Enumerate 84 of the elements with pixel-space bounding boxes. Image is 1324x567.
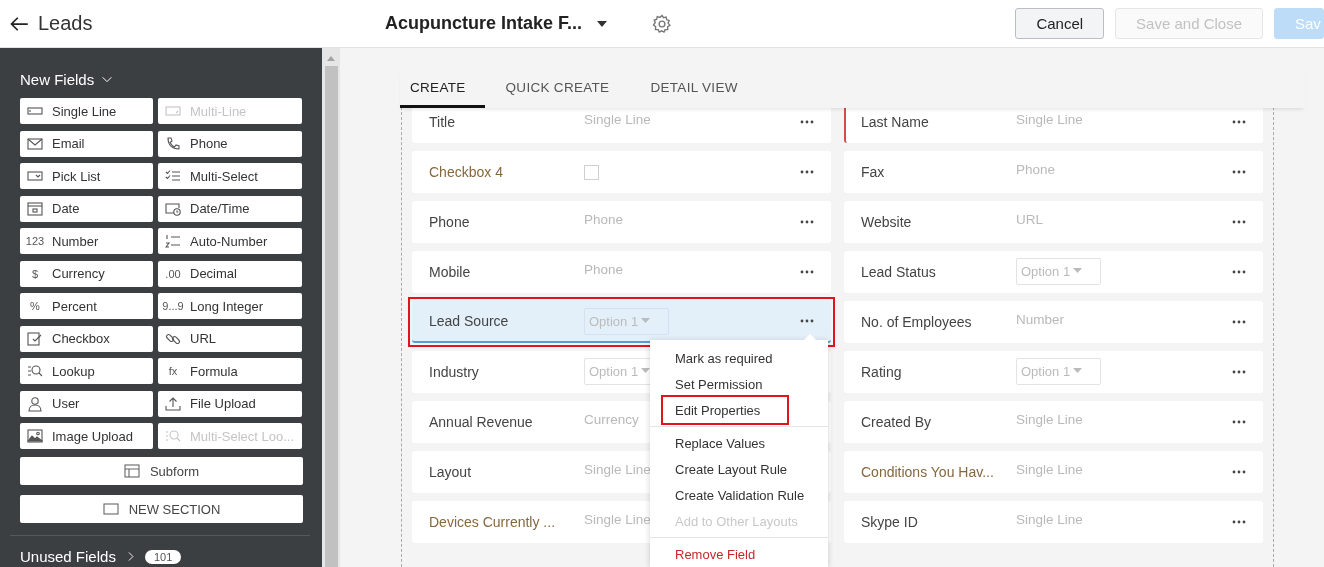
field-card[interactable]: No. of Employees Number xyxy=(844,301,1263,343)
field-card[interactable]: Last Name Single Line xyxy=(844,107,1263,143)
field-placeholder: Single Line xyxy=(584,111,651,127)
field-type-button[interactable]: URL xyxy=(158,325,302,352)
field-card[interactable]: Skype ID Single Line xyxy=(844,501,1263,543)
field-card[interactable]: Checkbox 4 xyxy=(412,151,831,193)
tab[interactable]: DETAIL VIEW xyxy=(640,69,758,108)
field-type-button[interactable]: $ Currency xyxy=(20,260,153,287)
field-type-button[interactable]: Phone xyxy=(158,130,302,157)
field-type-button[interactable]: 9...9 Long Integer xyxy=(158,293,302,319)
field-placeholder: Single Line xyxy=(1016,511,1083,527)
field-label: Skype ID xyxy=(861,514,919,530)
field-card[interactable]: Website URL xyxy=(844,201,1263,243)
field-type-glyph: .00 xyxy=(165,267,181,280)
field-placeholder: Phone xyxy=(584,261,624,277)
field-type-button[interactable]: .00 Decimal xyxy=(158,260,302,287)
field-placeholder: Phone xyxy=(584,211,624,227)
field-label: Conditions You Hav... xyxy=(861,464,995,480)
field-type-button[interactable]: fx Formula xyxy=(158,358,302,384)
field-type-button[interactable]: Date/Time xyxy=(158,195,302,222)
field-card[interactable]: Mobile Phone xyxy=(412,251,831,293)
field-label: Last Name xyxy=(861,114,930,130)
field-type-button[interactable]: Multi-Select xyxy=(158,163,302,189)
field-placeholder: URL xyxy=(1016,211,1043,227)
menu-item[interactable]: Create Layout Rule xyxy=(650,456,828,482)
field-type-button[interactable]: Lookup xyxy=(20,358,153,384)
field-type-glyph: % xyxy=(30,300,40,312)
field-placeholder: Single Line xyxy=(1016,461,1083,477)
field-type-glyph: 123 xyxy=(25,235,45,247)
field-card[interactable]: Lead Source Option 1 xyxy=(412,301,831,343)
field-placeholder: Number xyxy=(1016,311,1064,327)
section-title[interactable]: Unused Fields xyxy=(20,548,116,565)
field-type-button[interactable]: % Percent xyxy=(20,293,153,319)
field-type-glyph: fx xyxy=(168,365,178,377)
field-label: Checkbox 4 xyxy=(429,164,504,180)
field-type-button[interactable]: File Upload xyxy=(158,390,302,417)
field-placeholder: Single Line xyxy=(584,461,651,477)
count-badge: 101 xyxy=(144,549,182,564)
menu-item[interactable]: Edit Properties xyxy=(661,395,789,425)
new-section-button[interactable]: NEW SECTION xyxy=(20,495,303,523)
field-label: No. of Employees xyxy=(861,314,973,330)
field-type-button[interactable]: Auto-Number xyxy=(158,228,302,254)
field-label: Lead Status xyxy=(861,264,937,280)
field-label: Annual Revenue xyxy=(429,414,534,430)
field-type-button[interactable]: Single Line xyxy=(20,98,153,124)
menu-item[interactable]: Remove Field xyxy=(650,541,828,567)
field-label: Phone xyxy=(429,214,471,230)
field-type-glyph: $ xyxy=(31,267,39,280)
field-card[interactable]: Phone Phone xyxy=(412,201,831,243)
field-label: Title xyxy=(429,114,456,130)
field-placeholder: Currency xyxy=(584,411,639,427)
field-card[interactable]: Conditions You Hav... Single Line xyxy=(844,451,1263,493)
subform-button[interactable]: Subform xyxy=(20,457,303,485)
field-label: Lead Source xyxy=(429,313,510,329)
field-type-glyph: 9...9 xyxy=(162,300,184,312)
field-type-button[interactable]: 123 Number xyxy=(20,228,153,254)
field-label: Created By xyxy=(861,414,933,430)
field-label: Mobile xyxy=(429,264,472,280)
field-card[interactable]: Title Single Line xyxy=(412,107,831,143)
field-type-button[interactable]: Date xyxy=(20,195,153,222)
field-type-button[interactable]: Email xyxy=(20,130,153,157)
field-placeholder: Single Line xyxy=(1016,411,1083,427)
field-card[interactable]: Created By Single Line xyxy=(844,401,1263,443)
field-type-button[interactable]: Checkbox xyxy=(20,325,153,352)
field-placeholder: Single Line xyxy=(584,511,651,527)
cancel-button[interactable]: Cancel xyxy=(1015,8,1105,39)
field-type-button[interactable]: Image Upload xyxy=(20,423,153,449)
field-card[interactable]: Lead Status Option 1 xyxy=(844,251,1263,293)
field-label: Industry xyxy=(429,364,480,380)
field-placeholder: Single Line xyxy=(1016,111,1083,127)
panel-title[interactable]: New Fields xyxy=(20,70,95,88)
field-type-button[interactable]: Pick List xyxy=(20,163,153,189)
field-label: Fax xyxy=(861,164,886,180)
module-title[interactable]: Leads xyxy=(38,12,93,35)
field-label: Devices Currently ... xyxy=(429,514,557,530)
field-card[interactable]: Rating Option 1 xyxy=(844,351,1263,393)
tab[interactable]: QUICK CREATE xyxy=(495,69,630,108)
layout-title[interactable]: Acupuncture Intake F... xyxy=(385,13,583,34)
field-label: Rating xyxy=(861,364,903,380)
field-type-button[interactable]: User xyxy=(20,390,153,417)
field-card[interactable]: Fax Phone xyxy=(844,151,1263,193)
field-label: Layout xyxy=(429,464,473,480)
field-placeholder: Phone xyxy=(1016,161,1056,177)
field-label: Website xyxy=(861,214,913,230)
